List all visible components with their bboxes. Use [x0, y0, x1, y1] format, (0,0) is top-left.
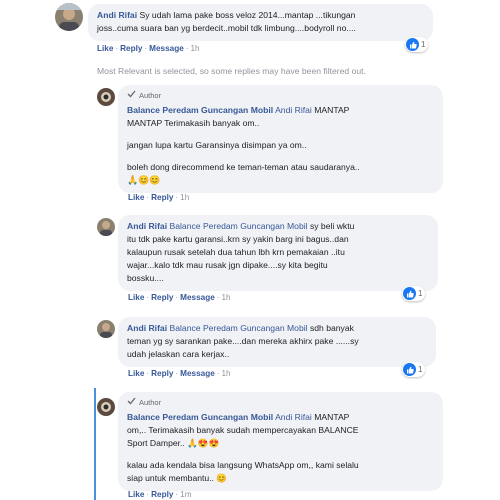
- reaction-count[interactable]: 1: [405, 37, 429, 52]
- author-label: Author: [139, 91, 162, 100]
- reply-time[interactable]: 1m: [180, 490, 191, 499]
- filter-notice: Most Relevant is selected, so some repli…: [97, 66, 366, 76]
- reply-time[interactable]: 1h: [221, 369, 230, 378]
- author-check-icon: [127, 396, 136, 409]
- reply-text-line: itu tdk pake kartu garansi..krn sy yakin…: [127, 234, 349, 244]
- like-reaction-icon: [403, 363, 416, 376]
- reply-actions: Like · Reply · 1m: [128, 490, 192, 499]
- comment-actions: Like · Reply · Message · 1h: [97, 44, 200, 53]
- like-link[interactable]: Like: [128, 490, 144, 499]
- reaction-count[interactable]: 1: [402, 362, 426, 377]
- reply-text-line: MANTAP: [314, 105, 350, 115]
- message-link[interactable]: Message: [149, 44, 184, 53]
- reply-text-line: teman yg sy sarankan pake....dan mereka …: [127, 336, 359, 346]
- reply-emoji-line: 🙏😊😊: [127, 175, 161, 185]
- like-link[interactable]: Like: [97, 44, 113, 53]
- reply-text-line: sdh banyak: [309, 323, 354, 333]
- reply-link[interactable]: Reply: [151, 293, 173, 302]
- reply-text-line: jangan lupa kartu Garansinya disimpan ya…: [127, 140, 307, 150]
- author-badge: Author: [127, 396, 434, 409]
- like-link[interactable]: Like: [128, 293, 144, 302]
- comment-text-line: joss..cuma suara ban yg berdecit..mobil …: [97, 23, 356, 33]
- avatar[interactable]: [97, 88, 115, 106]
- reply-author-name[interactable]: Andi Rifai: [127, 323, 167, 333]
- message-link[interactable]: Message: [180, 293, 215, 302]
- reply-text-line: Sport Damper.. 🙏😍😍: [127, 438, 220, 448]
- avatar[interactable]: [97, 320, 115, 338]
- reply-bubble: Author Balance Peredam Guncangan Mobil A…: [118, 85, 443, 193]
- like-reaction-icon: [403, 287, 416, 300]
- mention-tag[interactable]: Balance Peredam Guncangan Mobil: [170, 323, 308, 333]
- author-check-icon: [127, 89, 136, 102]
- reply-time[interactable]: 1h: [221, 293, 230, 302]
- reply-time[interactable]: 1h: [180, 193, 189, 202]
- author-badge: Author: [127, 89, 434, 102]
- reply-bubble: Andi Rifai Balance Peredam Guncangan Mob…: [118, 317, 436, 367]
- mention-tag[interactable]: Balance Peredam Guncangan Mobil: [170, 221, 308, 231]
- comment-time[interactable]: 1h: [190, 44, 199, 53]
- thread-highlight-line: [94, 388, 96, 500]
- comment-author-name[interactable]: Andi Rifai: [97, 10, 137, 20]
- reply-bubble: Andi Rifai Balance Peredam Guncangan Mob…: [118, 215, 438, 291]
- author-label: Author: [139, 398, 162, 407]
- like-reaction-icon: [406, 38, 419, 51]
- reaction-number: 1: [418, 289, 423, 298]
- reply-link[interactable]: Reply: [151, 193, 173, 202]
- reply-text-line: udah jelaskan cara kerjax..: [127, 349, 230, 359]
- reply-actions: Like · Reply · Message · 1h: [128, 369, 231, 378]
- message-link[interactable]: Message: [180, 369, 215, 378]
- reply-link[interactable]: Reply: [151, 369, 173, 378]
- reply-text-line: bossku....: [127, 273, 164, 283]
- reply-text-line: om,.. Terimakasih banyak sudah mempercay…: [127, 425, 359, 435]
- reply-link[interactable]: Reply: [151, 490, 173, 499]
- reply-text-line: siap untuk membantu.. 😊: [127, 473, 228, 483]
- reply-text-line: sy beli wktu: [309, 221, 355, 231]
- reply-text-line: kalau ada kendala bisa langsung WhatsApp…: [127, 460, 359, 470]
- reply-bubble: Author Balance Peredam Guncangan Mobil A…: [118, 392, 443, 491]
- reaction-number: 1: [418, 365, 423, 374]
- reply-text-line: MANTAP: [314, 412, 350, 422]
- like-link[interactable]: Like: [128, 193, 144, 202]
- avatar[interactable]: [55, 3, 83, 31]
- reply-author-name[interactable]: Andi Rifai: [127, 221, 167, 231]
- mention-tag[interactable]: Andi Rifai: [275, 412, 312, 422]
- reaction-count[interactable]: 1: [402, 286, 426, 301]
- reply-link[interactable]: Reply: [120, 44, 142, 53]
- reply-author-name[interactable]: Balance Peredam Guncangan Mobil: [127, 412, 273, 422]
- comment-bubble: Andi Rifai Sy udah lama pake boss veloz …: [88, 4, 433, 41]
- reply-actions: Like · Reply · Message · 1h: [128, 293, 231, 302]
- reply-author-name[interactable]: Balance Peredam Guncangan Mobil: [127, 105, 273, 115]
- reply-text-line: kalaupun rusak setelah dua tahun lbh krn…: [127, 247, 345, 257]
- reply-actions: Like · Reply · 1h: [128, 193, 190, 202]
- avatar[interactable]: [97, 218, 115, 236]
- like-link[interactable]: Like: [128, 369, 144, 378]
- reply-text-line: MANTAP Terimakasih banyak om..: [127, 118, 260, 128]
- mention-tag[interactable]: Andi Rifai: [275, 105, 312, 115]
- avatar[interactable]: [97, 398, 115, 416]
- reply-text-line: wajar...kalo tdk mau rusak jgn dipake...…: [127, 260, 328, 270]
- reply-text-line: boleh dong direcommend ke teman-teman at…: [127, 162, 360, 172]
- reaction-number: 1: [421, 40, 426, 49]
- comment-text-line: Sy udah lama pake boss veloz 2014...mant…: [139, 10, 356, 20]
